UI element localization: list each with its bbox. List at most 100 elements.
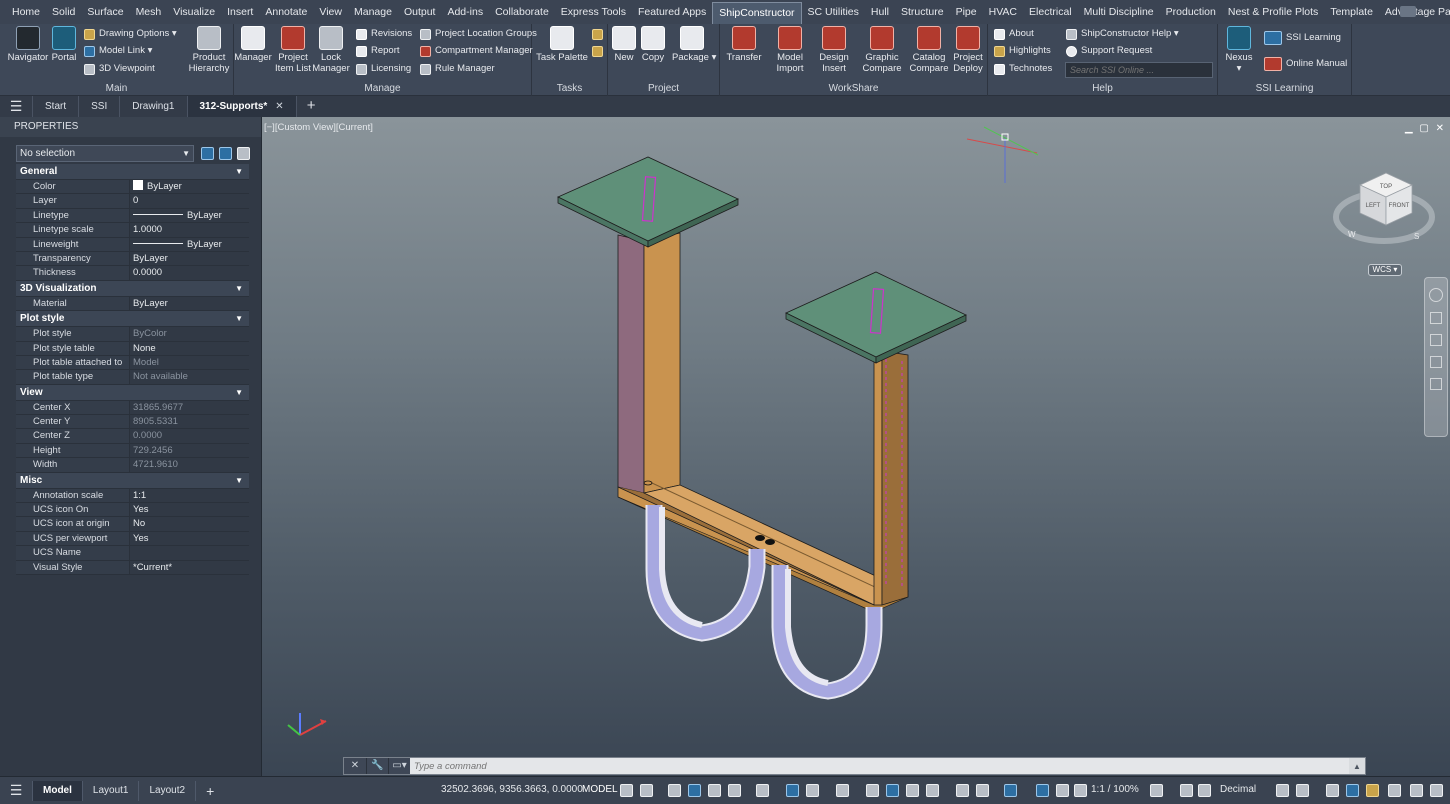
graphic-compare-button[interactable]: Graphic Compare xyxy=(860,26,904,74)
property-row[interactable]: Plot style table None xyxy=(16,341,249,356)
showmotion-icon[interactable] xyxy=(1430,378,1442,390)
orbit-icon[interactable] xyxy=(1430,356,1442,368)
ssi-search-input[interactable] xyxy=(1065,62,1213,78)
layout-tab-layout2[interactable]: Layout2 xyxy=(138,780,195,801)
selection-dropdown[interactable]: No selection ▼ xyxy=(16,145,194,162)
ribbon-tab-shipconstructor[interactable]: ShipConstructor xyxy=(712,2,802,24)
toggle-pickadd-icon[interactable] xyxy=(201,147,214,160)
property-value[interactable]: No xyxy=(130,517,249,531)
layout-tab-model[interactable]: Model xyxy=(32,780,82,801)
property-row[interactable]: Linetype ByLayer xyxy=(16,208,249,224)
highlights-button[interactable]: Highlights xyxy=(994,43,1051,59)
property-value[interactable]: 0 xyxy=(130,194,249,208)
portal-button[interactable]: Portal xyxy=(50,26,78,63)
property-value[interactable] xyxy=(130,546,249,560)
property-value[interactable]: ByLayer xyxy=(130,208,249,223)
project-location-groups-button[interactable]: Project Location Groups xyxy=(420,26,537,42)
annotation-monitor-icon[interactable] xyxy=(1074,784,1087,797)
property-value[interactable]: ByLayer xyxy=(130,180,249,194)
ribbon-tab-home[interactable]: Home xyxy=(6,0,46,24)
clean-screen-icon[interactable] xyxy=(1366,784,1379,797)
ribbon-tab-visualize[interactable]: Visualize xyxy=(167,0,221,24)
property-row[interactable]: Plot table attached to Model xyxy=(16,355,249,371)
object-snap-tracking-icon[interactable] xyxy=(786,784,799,797)
ribbon-tab-collaborate[interactable]: Collaborate xyxy=(489,0,555,24)
property-value[interactable]: 4721.9610 xyxy=(130,458,249,472)
ribbon-tab-insert[interactable]: Insert xyxy=(221,0,259,24)
about-button[interactable]: About xyxy=(994,26,1034,42)
polar-tracking-icon[interactable] xyxy=(728,784,741,797)
pan-icon[interactable] xyxy=(1430,312,1442,324)
customization-icon[interactable] xyxy=(1388,784,1401,797)
workspace-gear-icon[interactable] xyxy=(1150,784,1163,797)
section-header-view[interactable]: View ▼ xyxy=(16,384,249,401)
close-icon[interactable]: ✕ xyxy=(275,101,283,112)
model-space-toggle[interactable]: MODEL xyxy=(582,784,618,795)
compartment-manager-button[interactable]: Compartment Manager xyxy=(420,43,533,59)
snap-icon[interactable] xyxy=(640,784,653,797)
lineweight-icon[interactable] xyxy=(836,784,849,797)
product-hierarchy-button[interactable]: Product Hierarchy xyxy=(186,26,232,74)
dynamic-input-icon[interactable] xyxy=(688,784,701,797)
lock-manager-button[interactable]: Lock Manager xyxy=(312,26,350,74)
property-value[interactable]: Yes xyxy=(130,503,249,517)
ssi-learning-button[interactable]: SSI Learning xyxy=(1264,30,1341,46)
model-import-button[interactable]: Model Import xyxy=(770,26,810,74)
ribbon-tab-production[interactable]: Production xyxy=(1160,0,1222,24)
property-value[interactable]: 8905.5331 xyxy=(130,415,249,429)
units-icon[interactable] xyxy=(1198,784,1211,797)
hamburger-menu-icon[interactable]: ☰ xyxy=(0,96,32,117)
chevron-down-icon[interactable]: ▼ xyxy=(235,385,243,401)
property-row[interactable]: Lineweight ByLayer xyxy=(16,237,249,252)
property-value[interactable]: 0.0000 xyxy=(130,266,249,280)
selection-filter-icon[interactable] xyxy=(956,784,969,797)
zoom-icon[interactable] xyxy=(1430,334,1442,346)
chevron-down-icon[interactable]: ▼ xyxy=(235,473,243,489)
ribbon-tab-multi-discipline[interactable]: Multi Discipline xyxy=(1078,0,1160,24)
annotation-scale-icon[interactable] xyxy=(1056,784,1069,797)
property-row[interactable]: UCS icon at origin No xyxy=(16,517,249,532)
ribbon-minimize-icon[interactable] xyxy=(1400,6,1416,17)
ribbon-tab-template[interactable]: Template xyxy=(1324,0,1379,24)
report-button[interactable]: Report xyxy=(356,43,400,59)
ribbon-tab-view[interactable]: View xyxy=(313,0,348,24)
auto-scale-icon[interactable] xyxy=(1036,784,1049,797)
property-value[interactable]: 1.0000 xyxy=(130,223,249,237)
drawing-options-button[interactable]: Drawing Options ▾ xyxy=(84,26,177,42)
online-manual-button[interactable]: Online Manual xyxy=(1264,56,1347,72)
lock-ui-icon[interactable] xyxy=(1296,784,1309,797)
property-value[interactable]: Yes xyxy=(130,531,249,546)
chevron-up-icon[interactable]: ▲ xyxy=(1349,762,1365,771)
viewcube-top-label[interactable]: TOP xyxy=(1380,184,1392,190)
section-header-viz[interactable]: 3D Visualization ▼ xyxy=(16,280,249,297)
annotation-visibility-icon[interactable] xyxy=(1004,784,1017,797)
property-value[interactable]: 0.0000 xyxy=(130,429,249,443)
ribbon-tab-mesh[interactable]: Mesh xyxy=(130,0,168,24)
file-tab-312-supports[interactable]: 312-Supports* ✕ xyxy=(186,96,296,117)
3d-object-snap-icon[interactable] xyxy=(906,784,919,797)
chevron-down-icon[interactable]: ▼ xyxy=(235,164,243,180)
chevron-down-icon[interactable]: ▼ xyxy=(235,311,243,327)
property-value[interactable]: ByLayer xyxy=(130,296,249,311)
file-tab-ssi[interactable]: SSI xyxy=(78,96,119,117)
annotation-plus-icon[interactable] xyxy=(1180,784,1193,797)
property-row[interactable]: Center X 31865.9677 xyxy=(16,400,249,416)
property-value[interactable]: 1:1 xyxy=(130,488,249,503)
isometric-icon[interactable] xyxy=(756,784,769,797)
property-row[interactable]: UCS per viewport Yes xyxy=(16,531,249,547)
transfer-button[interactable]: Transfer xyxy=(724,26,764,63)
property-row[interactable]: Visual Style *Current* xyxy=(16,560,249,575)
ribbon-tab-solid[interactable]: Solid xyxy=(46,0,81,24)
property-row[interactable]: Height 729.2456 xyxy=(16,443,249,459)
navigator-button[interactable]: Navigator xyxy=(6,26,50,63)
ribbon-tab-sc-utilities[interactable]: SC Utilities xyxy=(802,0,865,24)
object-snap-icon[interactable] xyxy=(806,784,819,797)
property-value[interactable]: *Current* xyxy=(130,560,249,574)
drawing-viewport[interactable]: [−][Custom View][Current] ▁ ▢ ✕ TOP LEFT… xyxy=(262,117,1450,776)
ribbon-tab-annotate[interactable]: Annotate xyxy=(259,0,313,24)
section-header-misc[interactable]: Misc ▼ xyxy=(16,472,249,489)
licensing-button[interactable]: Licensing xyxy=(356,61,411,77)
nexus-button[interactable]: Nexus ▾ xyxy=(1224,26,1254,74)
ribbon-tab-output[interactable]: Output xyxy=(398,0,442,24)
catalog-compare-button[interactable]: Catalog Compare xyxy=(908,26,950,74)
